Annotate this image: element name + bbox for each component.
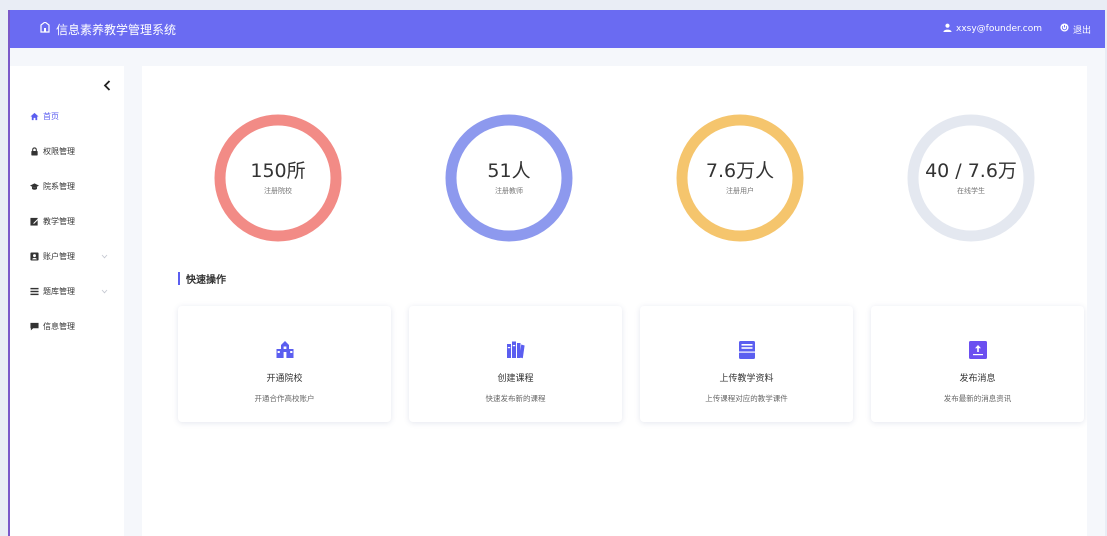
power-icon	[1060, 23, 1069, 35]
collapse-sidebar-button[interactable]	[100, 78, 114, 92]
publish-message-card[interactable]: 发布消息 发布最新的消息资讯	[871, 306, 1084, 422]
upload-message-icon	[968, 341, 987, 359]
user-email: xxsy@founder.com	[956, 24, 1042, 34]
main-content: 150所 注册院校 51人 注册教师 7.6万人 注册用户 40 / 7.6万 …	[142, 66, 1087, 536]
sidebar-item-permissions[interactable]: 权限管理	[30, 134, 120, 169]
sidebar-item-departments[interactable]: 院系管理	[30, 169, 120, 204]
home-icon	[30, 112, 39, 121]
sidebar-item-label: 教学管理	[43, 217, 75, 226]
quick-actions-heading: 快速操作	[178, 271, 226, 286]
card-title: 开通院校	[266, 374, 303, 384]
sidebar-item-teaching[interactable]: 教学管理	[30, 204, 120, 239]
stat-ring-users: 7.6万人 注册用户	[675, 113, 805, 243]
card-description: 发布最新的消息资讯	[943, 394, 1012, 403]
edit-icon	[30, 217, 39, 226]
chevron-down-icon	[101, 289, 108, 294]
sidebar: 首页 权限管理 院系管理 教学管理 账户管理 题库管理 信息管理	[10, 66, 124, 536]
user-account[interactable]: xxsy@founder.com	[943, 23, 1042, 35]
sidebar-item-label: 账户管理	[43, 252, 75, 261]
sidebar-item-accounts[interactable]: 账户管理	[30, 239, 120, 274]
stat-ring-teachers: 51人 注册教师	[444, 113, 574, 243]
list-icon	[30, 287, 39, 296]
stat-value: 51人	[487, 160, 531, 182]
lock-icon	[30, 147, 39, 156]
stat-value: 150所	[250, 160, 306, 182]
sidebar-item-label: 首页	[43, 112, 59, 121]
stat-label: 注册院校	[264, 187, 292, 195]
chevron-left-icon	[103, 76, 111, 95]
quick-actions-cards: 开通院校 开通合作高校账户 创建课程 快速发布新的课程 上传教学资料 上传课程对…	[178, 306, 1088, 422]
user-card-icon	[30, 252, 39, 261]
logout-button[interactable]: 退出	[1060, 23, 1091, 36]
heading-accent-bar	[178, 271, 180, 285]
logo-icon	[40, 21, 50, 36]
brand: 信息素养教学管理系统	[40, 21, 176, 38]
stat-label: 注册用户	[726, 187, 754, 195]
upload-materials-card[interactable]: 上传教学资料 上传课程对应的教学课件	[640, 306, 853, 422]
sidebar-item-label: 信息管理	[43, 322, 75, 331]
card-title: 发布消息	[959, 374, 996, 384]
stat-ring-online-students: 40 / 7.6万 在线学生	[906, 113, 1036, 243]
stat-label: 注册教师	[495, 187, 523, 195]
card-description: 快速发布新的课程	[485, 394, 546, 403]
stat-value: 40 / 7.6万	[925, 160, 1017, 182]
right-gutter	[1087, 66, 1105, 536]
sidebar-item-home[interactable]: 首页	[30, 99, 120, 134]
card-title: 创建课程	[497, 374, 534, 384]
books-icon	[506, 341, 525, 359]
sidebar-item-label: 院系管理	[43, 182, 75, 191]
logout-label: 退出	[1072, 25, 1091, 36]
card-description: 上传课程对应的教学课件	[705, 394, 788, 403]
chevron-down-icon	[101, 254, 108, 259]
message-icon	[30, 322, 39, 331]
sidebar-item-messages[interactable]: 信息管理	[30, 309, 120, 344]
sidebar-menu: 首页 权限管理 院系管理 教学管理 账户管理 题库管理 信息管理	[30, 99, 120, 344]
stat-label: 在线学生	[957, 187, 985, 195]
section-title: 快速操作	[186, 274, 226, 286]
create-course-card[interactable]: 创建课程 快速发布新的课程	[409, 306, 622, 422]
top-header: 信息素养教学管理系统 xxsy@founder.com 退出	[10, 10, 1105, 48]
school-building-icon	[276, 341, 293, 358]
sidebar-item-label: 权限管理	[43, 147, 75, 156]
user-icon	[943, 23, 952, 35]
card-title: 上传教学资料	[719, 374, 774, 384]
stat-value: 7.6万人	[705, 160, 775, 182]
sidebar-item-question-bank[interactable]: 题库管理	[30, 274, 120, 309]
open-school-card[interactable]: 开通院校 开通合作高校账户	[178, 306, 391, 422]
app-window: 信息素养教学管理系统 xxsy@founder.com 退出 首页 权限管理 院…	[8, 10, 1105, 536]
stat-ring-schools: 150所 注册院校	[213, 113, 343, 243]
card-description: 开通合作高校账户	[254, 394, 315, 403]
sidebar-item-label: 题库管理	[43, 287, 75, 296]
document-tray-icon	[738, 341, 755, 359]
graduation-cap-icon	[30, 182, 39, 191]
stats-section: 150所 注册院校 51人 注册教师 7.6万人 注册用户 40 / 7.6万 …	[142, 66, 1087, 256]
app-title: 信息素养教学管理系统	[56, 22, 177, 37]
